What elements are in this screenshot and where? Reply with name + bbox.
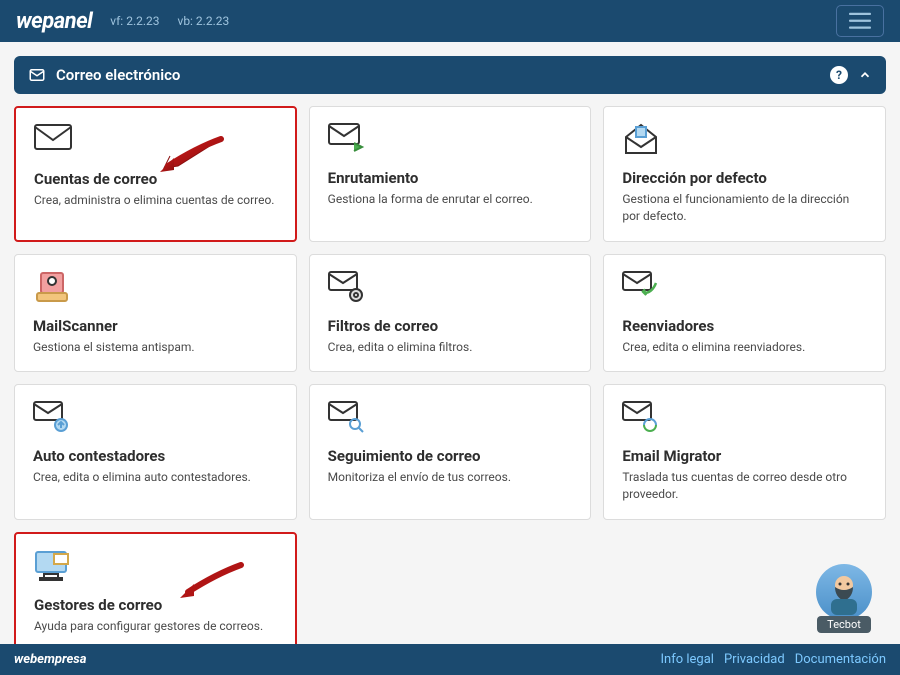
version-vf: vf: 2.2.23 [110, 14, 159, 28]
card-gestores-correo[interactable]: Gestores de correo Ayuda para configurar… [14, 532, 297, 644]
navbar-left: wepanel vf: 2.2.23 vb: 2.2.23 [16, 9, 229, 34]
card-title: Dirección por defecto [622, 169, 867, 187]
card-reenviadores[interactable]: Reenviadores Crea, edita o elimina reenv… [603, 254, 886, 373]
logo[interactable]: wepanel [16, 9, 92, 34]
section-title: Correo electrónico [56, 66, 180, 84]
card-title: Enrutamiento [328, 169, 573, 187]
card-title: MailScanner [33, 317, 278, 335]
footer-link-docs[interactable]: Documentación [795, 652, 886, 667]
card-desc: Crea, edita o elimina filtros. [328, 339, 573, 356]
main-content: Correo electrónico ? Cuentas de correo C… [0, 42, 900, 644]
card-title: Reenviadores [622, 317, 867, 335]
mail-settings-icon [28, 66, 46, 84]
footer-link-legal[interactable]: Info legal [661, 652, 714, 667]
envelope-forward-icon [328, 123, 573, 159]
envelope-search-icon [328, 401, 573, 437]
bottom-row: Gestores de correo Ayuda para configurar… [14, 532, 886, 644]
envelope-up-icon [33, 401, 278, 437]
section-header-email[interactable]: Correo electrónico ? [14, 56, 886, 94]
card-desc: Gestiona la forma de enrutar el correo. [328, 191, 573, 208]
scanner-icon [33, 271, 278, 307]
card-desc: Crea, administra o elimina cuentas de co… [34, 192, 277, 209]
card-desc: Gestiona el funcionamiento de la direcci… [622, 191, 867, 225]
card-desc: Monitoriza el envío de tus correos. [328, 469, 573, 486]
cards-grid: Cuentas de correo Crea, administra o eli… [14, 106, 886, 520]
card-cuentas-correo[interactable]: Cuentas de correo Crea, administra o eli… [14, 106, 297, 242]
help-icon[interactable]: ? [830, 66, 848, 84]
card-seguimiento-correo[interactable]: Seguimiento de correo Monitoriza el enví… [309, 384, 592, 520]
card-mailscanner[interactable]: MailScanner Gestiona el sistema antispam… [14, 254, 297, 373]
card-title: Email Migrator [622, 447, 867, 465]
footer-link-privacy[interactable]: Privacidad [724, 652, 785, 667]
card-desc: Crea, edita o elimina reenviadores. [622, 339, 867, 356]
card-desc: Crea, edita o elimina auto contestadores… [33, 469, 278, 486]
card-filtros-correo[interactable]: Filtros de correo Crea, edita o elimina … [309, 254, 592, 373]
card-direccion-defecto[interactable]: Dirección por defecto Gestiona el funcio… [603, 106, 886, 242]
envelope-home-icon [622, 123, 867, 159]
version-vb: vb: 2.2.23 [178, 14, 230, 28]
tecbot-avatar-icon [816, 564, 872, 620]
card-enrutamiento[interactable]: Enrutamiento Gestiona la forma de enruta… [309, 106, 592, 242]
envelope-icon [34, 124, 277, 160]
navbar: wepanel vf: 2.2.23 vb: 2.2.23 [0, 0, 900, 42]
card-desc: Ayuda para configurar gestores de correo… [34, 618, 277, 635]
hamburger-icon [849, 12, 871, 30]
envelope-gear-icon [328, 271, 573, 307]
footer-brand[interactable]: webempresa [14, 652, 87, 667]
card-title: Cuentas de correo [34, 170, 277, 188]
card-auto-contestadores[interactable]: Auto contestadores Crea, edita o elimina… [14, 384, 297, 520]
monitor-mail-icon [34, 550, 277, 586]
card-title: Gestores de correo [34, 596, 277, 614]
tecbot-label: Tecbot [817, 616, 871, 633]
tecbot-widget[interactable]: Tecbot [816, 564, 872, 633]
card-title: Filtros de correo [328, 317, 573, 335]
footer: webempresa Info legal Privacidad Documen… [0, 644, 900, 675]
card-desc: Traslada tus cuentas de correo desde otr… [622, 469, 867, 503]
card-title: Auto contestadores [33, 447, 278, 465]
envelope-sync-icon [622, 401, 867, 437]
card-email-migrator[interactable]: Email Migrator Traslada tus cuentas de c… [603, 384, 886, 520]
footer-links: Info legal Privacidad Documentación [661, 652, 887, 667]
envelope-reply-icon [622, 271, 867, 307]
hamburger-menu-button[interactable] [836, 5, 884, 37]
card-desc: Gestiona el sistema antispam. [33, 339, 278, 356]
card-title: Seguimiento de correo [328, 447, 573, 465]
chevron-up-icon[interactable] [858, 68, 872, 82]
